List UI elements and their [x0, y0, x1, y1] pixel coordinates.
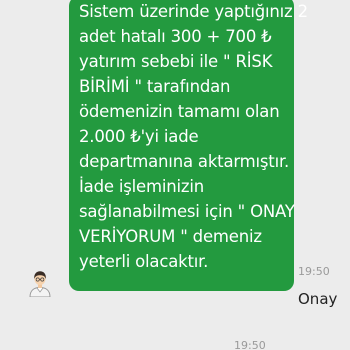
message-line: sağlanabilmesi için " ONAY: [79, 202, 295, 221]
incoming-message-time: 19:50: [298, 265, 330, 278]
message-line: departmanına aktarmıştır.: [79, 152, 290, 171]
incoming-message-bubble[interactable]: Sistem üzerinde yaptığınız 2 adet hatalı…: [69, 0, 308, 291]
chat-screen: Sistem üzerinde yaptığınız 2 adet hatalı…: [0, 0, 350, 350]
message-line: yeterli olacaktır.: [79, 252, 209, 271]
message-line: ödemenizin tamamı olan: [79, 102, 280, 121]
outgoing-message-text[interactable]: Onay: [298, 290, 337, 308]
message-line: İade işleminizin: [79, 177, 204, 196]
message-line: VERİYORUM " demeniz: [79, 227, 262, 246]
message-line: BİRİMİ " tarafından: [79, 77, 231, 96]
message-line: adet hatalı 300 + 700 ₺: [79, 27, 272, 46]
message-line: Sistem üzerinde yaptığınız 2: [79, 2, 308, 21]
message-line: yatırım sebebi ile " RİSK: [79, 52, 273, 71]
outgoing-message-time: 19:50: [234, 339, 266, 350]
message-line: 2.000 ₺'yi iade: [79, 127, 199, 146]
person-avatar-icon[interactable]: [26, 269, 54, 298]
